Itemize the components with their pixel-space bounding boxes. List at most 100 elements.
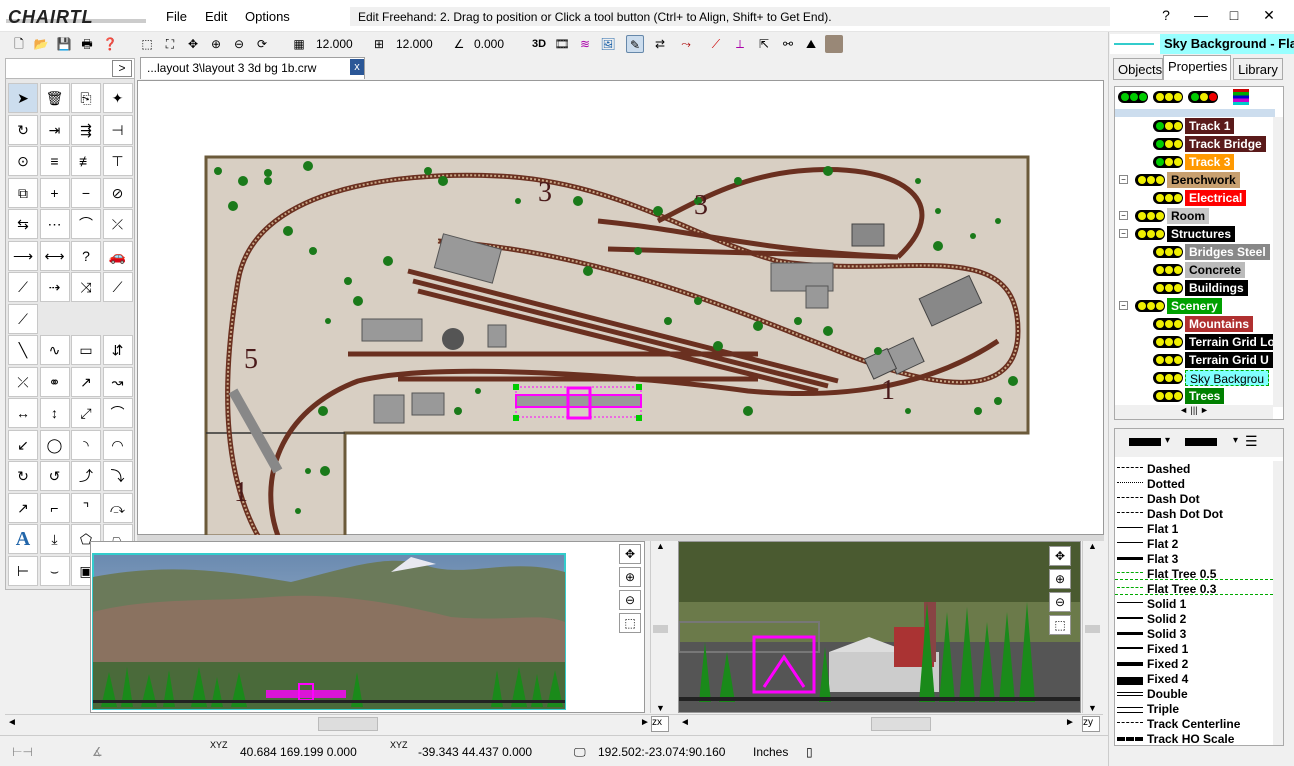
- line-style-item[interactable]: Flat 1: [1115, 521, 1273, 536]
- layer-visibility-icon[interactable]: [1153, 120, 1183, 132]
- layer-visibility-icon[interactable]: [1153, 264, 1183, 276]
- units-label[interactable]: Inches: [753, 745, 788, 759]
- arc-c-icon[interactable]: ↙: [8, 429, 38, 460]
- maximize-button[interactable]: □: [1219, 4, 1249, 26]
- layer-row[interactable]: Concrete: [1115, 261, 1273, 279]
- grid-x-value[interactable]: 12.000: [316, 37, 353, 51]
- horizontal-scrollbar[interactable]: ◄ ► zx ◄ ► zy: [5, 714, 1103, 733]
- layer-visibility-icon[interactable]: [1153, 156, 1183, 168]
- copy-icon[interactable]: ⎘: [71, 83, 101, 113]
- layer-row[interactable]: Terrain Grid Lo: [1115, 333, 1279, 351]
- dimension-icon[interactable]: ↔: [8, 398, 38, 428]
- print-icon[interactable]: 🖶: [78, 35, 96, 53]
- layer-row[interactable]: − Structures: [1115, 225, 1273, 243]
- texture-icon[interactable]: [825, 35, 843, 53]
- line-weight-sample[interactable]: [1185, 438, 1217, 446]
- text-tool-icon[interactable]: A: [8, 524, 38, 554]
- line-style-item[interactable]: Flat 2: [1115, 536, 1273, 551]
- layer-visibility-icon[interactable]: [1153, 336, 1183, 348]
- signal-icon[interactable]: [1188, 91, 1218, 103]
- 3d-view-left[interactable]: ✥ ⊕ ⊖ ⬚: [90, 541, 645, 713]
- curve-c-icon[interactable]: ↗: [71, 366, 101, 397]
- route-a-icon[interactable]: ⟶: [8, 240, 38, 271]
- layer-row[interactable]: Mountains: [1115, 315, 1273, 333]
- circle-icon[interactable]: ◯: [39, 429, 70, 460]
- line-style-item[interactable]: Solid 1: [1115, 596, 1273, 611]
- picture-icon[interactable]: 🖼: [599, 35, 617, 53]
- height-icon[interactable]: ⟂: [731, 35, 749, 53]
- pan-icon[interactable]: ✥: [619, 544, 641, 564]
- axis-zy-icon[interactable]: zy: [1082, 716, 1100, 732]
- tab-objects[interactable]: Objects: [1113, 58, 1163, 80]
- line-style-item[interactable]: Fixed 2: [1115, 656, 1273, 671]
- join-icon[interactable]: ⇥: [39, 114, 70, 145]
- layer-visibility-icon[interactable]: [1153, 390, 1183, 402]
- layer-visibility-icon[interactable]: [1135, 228, 1165, 240]
- expand-icon[interactable]: −: [1119, 175, 1128, 184]
- rectangle-icon[interactable]: ▭: [71, 335, 101, 365]
- line-style-item[interactable]: Dash Dot: [1115, 491, 1273, 506]
- close-button[interactable]: ✕: [1254, 4, 1284, 26]
- curve-f-icon[interactable]: ⤵: [102, 461, 133, 491]
- line-style-item[interactable]: Triple: [1115, 701, 1273, 716]
- signal-icon[interactable]: [1118, 91, 1148, 103]
- track-b-icon[interactable]: ≢: [71, 146, 101, 176]
- layer-row[interactable]: − Scenery: [1115, 297, 1273, 315]
- layer-visibility-icon[interactable]: [1153, 192, 1183, 204]
- car-icon[interactable]: 🚗: [102, 240, 133, 271]
- zoom-out-icon[interactable]: ⊖: [619, 590, 641, 610]
- arc-b-icon[interactable]: ⌒: [102, 398, 133, 428]
- ellipse-icon[interactable]: ⚭: [39, 366, 70, 397]
- layer-row[interactable]: − Room: [1115, 207, 1273, 225]
- polyline-icon[interactable]: ∿: [39, 335, 70, 365]
- palette-expand-button[interactable]: >: [112, 60, 132, 77]
- line-style-item[interactable]: Dashed: [1115, 461, 1273, 476]
- layer-visibility-icon[interactable]: [1153, 282, 1183, 294]
- line-style-item[interactable]: Flat Tree 0.5: [1115, 566, 1273, 581]
- list-view-icon[interactable]: ☰: [1245, 433, 1258, 450]
- zoom-box-icon[interactable]: ⬚: [1049, 615, 1071, 635]
- track-c-icon[interactable]: ⊤: [102, 146, 133, 176]
- new-icon[interactable]: 🗋: [10, 35, 28, 53]
- layer-hscrollbar[interactable]: ◄ ||| ►: [1115, 405, 1273, 419]
- delete-icon[interactable]: 🗑: [39, 83, 70, 113]
- track-a-icon[interactable]: ≡: [39, 146, 70, 176]
- vertical-scrollbar-left-pane[interactable]: ▲ ▼: [650, 541, 670, 713]
- angle-icon[interactable]: ∠: [450, 35, 468, 53]
- no-icon[interactable]: ⊘: [102, 177, 133, 208]
- snap-icon[interactable]: ⊞: [370, 35, 388, 53]
- tab-properties[interactable]: Properties: [1163, 55, 1231, 80]
- layer-visibility-icon[interactable]: [1153, 354, 1183, 366]
- align-a-icon[interactable]: ⇆: [8, 209, 38, 239]
- line-style-item[interactable]: Solid 3: [1115, 626, 1273, 641]
- quarter-arc-icon[interactable]: ◝: [71, 429, 101, 460]
- axis-xz-icon[interactable]: zx: [651, 716, 669, 732]
- grid-y-value[interactable]: 12.000: [396, 37, 433, 51]
- line-icon[interactable]: ╲: [8, 335, 38, 365]
- layout-canvas[interactable]: 3 3 5 1 1: [137, 80, 1104, 538]
- minus-icon[interactable]: −: [71, 177, 101, 208]
- rotate-icon[interactable]: ↻: [8, 114, 38, 145]
- angle-value[interactable]: 0.000: [474, 37, 504, 51]
- vertical-icon[interactable]: ↕: [39, 398, 70, 428]
- signal-icon[interactable]: [1153, 91, 1183, 103]
- line-style-item[interactable]: Track Centerline: [1115, 716, 1273, 731]
- layer-row[interactable]: Track 1: [1115, 117, 1273, 135]
- layer-row[interactable]: − Benchwork: [1115, 171, 1273, 189]
- line-style-item[interactable]: Dotted: [1115, 476, 1273, 491]
- curve-g-icon[interactable]: ↗: [8, 492, 38, 523]
- scroll-thumb-left[interactable]: [318, 717, 378, 731]
- line-style-item[interactable]: Flat 3: [1115, 551, 1273, 566]
- grid-icon[interactable]: ▦: [290, 35, 308, 53]
- line-style-item[interactable]: Solid 2: [1115, 611, 1273, 626]
- curve-a-icon[interactable]: ⌒: [71, 209, 101, 239]
- layer-scrollbar[interactable]: [1273, 117, 1283, 407]
- flex-c-icon[interactable]: ⤨: [71, 272, 101, 302]
- diagonal-icon[interactable]: ⤢: [71, 398, 101, 428]
- box-icon[interactable]: ⧉: [8, 177, 38, 208]
- menu-options[interactable]: Options: [245, 9, 290, 24]
- refresh-icon[interactable]: ⟳: [253, 35, 271, 53]
- menu-file[interactable]: File: [166, 9, 187, 24]
- transform-icon[interactable]: ⇱: [755, 35, 773, 53]
- layer-icon[interactable]: ✦: [102, 83, 133, 113]
